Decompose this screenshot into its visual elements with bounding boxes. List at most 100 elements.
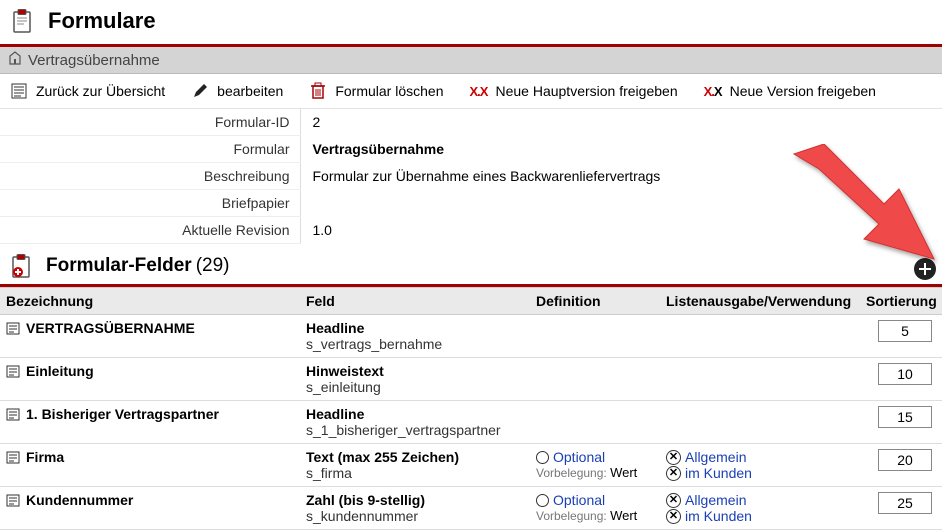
col-header-bezeichnung[interactable]: Bezeichnung — [0, 288, 300, 314]
sort-input[interactable] — [878, 320, 932, 342]
label-briefpapier: Briefpapier — [0, 190, 300, 217]
cell-feld: Zahl (bis 9-stellig)s_kundennummer — [300, 487, 530, 529]
cell-sortierung — [860, 401, 942, 433]
toolbar: Zurück zur Übersicht bearbeiten Formular… — [0, 74, 942, 109]
breadcrumb: Vertragsübernahme — [0, 47, 942, 74]
definition-prefill: Vorbelegung: Wert — [536, 508, 654, 523]
bezeichnung-text: 1. Bisheriger Vertragspartner — [26, 406, 219, 422]
usage-allgemein[interactable]: Allgemein — [685, 492, 746, 508]
col-header-listenausgabe[interactable]: Listenausgabe/Verwendung — [660, 288, 860, 314]
trash-icon — [309, 82, 327, 100]
delete-button[interactable]: Formular löschen — [309, 82, 443, 100]
label-beschreibung: Beschreibung — [0, 163, 300, 190]
label-revision: Aktuelle Revision — [0, 217, 300, 244]
grid-header: Bezeichnung Feld Definition Listenausgab… — [0, 287, 942, 315]
table-row[interactable]: VERTRAGSÜBERNAHME Headlines_vertrags_bern… — [0, 315, 942, 358]
label-formular-id: Formular-ID — [0, 109, 300, 136]
bezeichnung-text: Einleitung — [26, 363, 94, 379]
cell-sortierung — [860, 358, 942, 390]
sort-input[interactable] — [878, 449, 932, 471]
building-icon — [8, 51, 22, 69]
cell-bezeichnung: Kundennummer — [0, 487, 300, 513]
section-header: Formular-Felder (29) — [0, 244, 942, 284]
minor-release-button[interactable]: X.X Neue Version freigeben — [704, 82, 876, 100]
feld-type: Headline — [306, 406, 524, 422]
col-header-sortierung[interactable]: Sortierung — [860, 288, 942, 314]
section-title: Formular-Felder — [46, 255, 192, 277]
usage-imkunden[interactable]: im Kunden — [685, 508, 752, 524]
form-field-icon — [6, 493, 20, 507]
cell-listenausgabe — [660, 315, 860, 325]
label-formular: Formular — [0, 136, 300, 163]
edit-label: bearbeiten — [217, 83, 283, 99]
feld-type: Headline — [306, 320, 524, 336]
back-button[interactable]: Zurück zur Übersicht — [10, 82, 165, 100]
value-revision: 1.0 — [300, 217, 942, 244]
cell-bezeichnung: Einleitung — [0, 358, 300, 384]
cell-bezeichnung: Firma — [0, 444, 300, 470]
major-release-label: Neue Hauptversion freigeben — [495, 83, 677, 99]
version-major-icon: X.X — [469, 82, 487, 100]
cell-bezeichnung: VERTRAGSÜBERNAHME — [0, 315, 300, 341]
usage-allgemein[interactable]: Allgemein — [685, 449, 746, 465]
cell-sortierung — [860, 444, 942, 476]
value-briefpapier — [300, 190, 942, 217]
sort-input[interactable] — [878, 406, 932, 428]
cell-listenausgabe — [660, 358, 860, 368]
bezeichnung-text: Firma — [26, 449, 64, 465]
cell-listenausgabe: ✕Allgemein✕im Kunden — [660, 487, 860, 529]
cell-listenausgabe: ✕ Allgemein ✕ im Kunden — [660, 444, 860, 486]
cell-sortierung — [860, 315, 942, 347]
back-label: Zurück zur Übersicht — [36, 83, 165, 99]
detail-table: Formular-ID 2 Formular Vertragsübernahme… — [0, 109, 942, 244]
cell-definition — [530, 401, 660, 411]
major-release-button[interactable]: X.X Neue Hauptversion freigeben — [469, 82, 677, 100]
cell-feld: Headlines_vertrags_bernahme — [300, 315, 530, 357]
feld-code: s_einleitung — [306, 379, 524, 395]
circle-x-icon: ✕ — [666, 450, 681, 465]
cell-definition — [530, 358, 660, 368]
page-title: Formulare — [48, 8, 156, 34]
table-row[interactable]: Einleitung Hinweistexts_einleitung — [0, 358, 942, 401]
breadcrumb-text: Vertragsübernahme — [28, 52, 160, 69]
pencil-icon — [191, 82, 209, 100]
clipboard-add-icon — [10, 254, 32, 278]
edit-button[interactable]: bearbeiten — [191, 82, 283, 100]
cell-feld: Headlines_1_bisheriger_vertragspartner — [300, 401, 530, 443]
cell-feld: Text (max 255 Zeichen)s_firma — [300, 444, 530, 486]
value-beschreibung: Formular zur Übernahme eines Backwarenli… — [300, 163, 942, 190]
usage-imkunden[interactable]: im Kunden — [685, 465, 752, 481]
sort-input[interactable] — [878, 363, 932, 385]
definition-prefill: Vorbelegung: Wert — [536, 465, 654, 480]
clipboard-icon — [10, 9, 34, 33]
form-field-icon — [6, 321, 20, 335]
feld-type: Hinweistext — [306, 363, 524, 379]
sort-input[interactable] — [878, 492, 932, 514]
circle-empty-icon — [536, 494, 549, 507]
bezeichnung-text: VERTRAGSÜBERNAHME — [26, 320, 195, 336]
cell-sortierung — [860, 487, 942, 519]
cell-definition — [530, 315, 660, 325]
col-header-feld[interactable]: Feld — [300, 288, 530, 314]
table-row[interactable]: 1. Bisheriger Vertragspartner Headlines_1… — [0, 401, 942, 444]
table-row[interactable]: KundennummerZahl (bis 9-stellig)s_kunden… — [0, 487, 942, 530]
version-minor-icon: X.X — [704, 82, 722, 100]
feld-code: s_vertrags_bernahme — [306, 336, 524, 352]
form-field-icon — [6, 450, 20, 464]
definition-optional[interactable]: Optional — [553, 449, 605, 465]
circle-x-icon: ✕ — [666, 466, 681, 481]
form-field-icon — [6, 364, 20, 378]
feld-code: s_firma — [306, 465, 524, 481]
section-count: (29) — [196, 255, 230, 277]
cell-definition: OptionalVorbelegung: Wert — [530, 487, 660, 528]
table-row[interactable]: Firma Text (max 255 Zeichen)s_firma Option… — [0, 444, 942, 487]
list-icon — [10, 82, 28, 100]
value-formular-id: 2 — [300, 109, 942, 136]
circle-x-icon: ✕ — [666, 509, 681, 524]
col-header-definition[interactable]: Definition — [530, 288, 660, 314]
circle-empty-icon — [536, 451, 549, 464]
definition-optional[interactable]: Optional — [553, 492, 605, 508]
add-field-button[interactable] — [914, 258, 936, 280]
value-formular: Vertragsübernahme — [300, 136, 942, 163]
page-header: Formulare — [0, 0, 942, 44]
